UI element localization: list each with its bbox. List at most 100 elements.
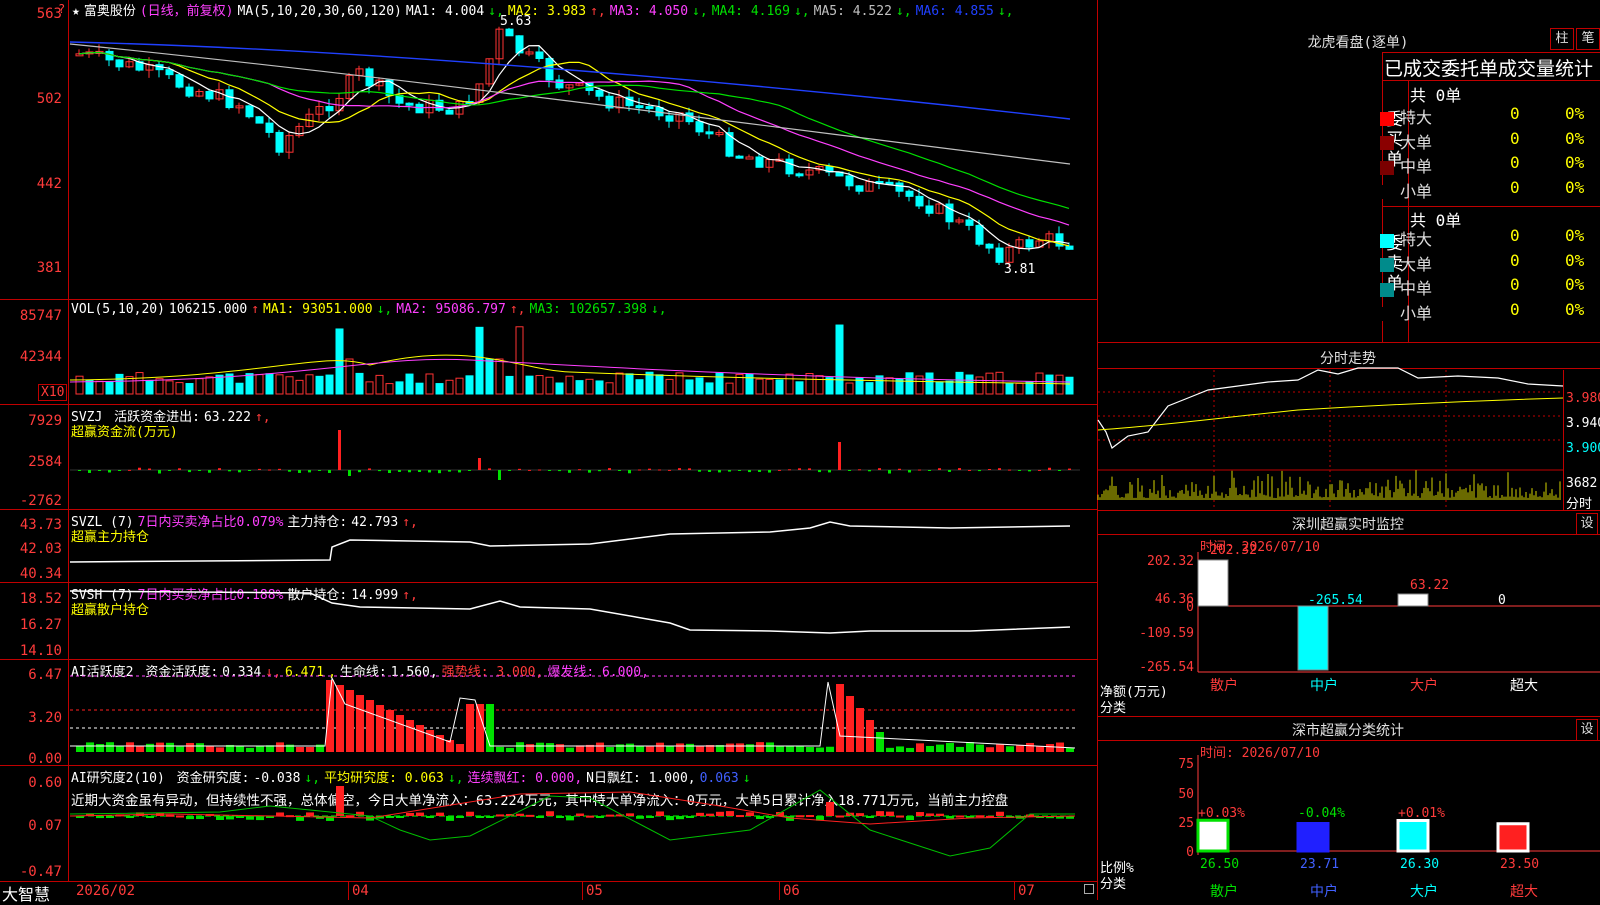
- monitor-value: 202.32: [1210, 543, 1257, 558]
- flow-bar: [468, 470, 471, 471]
- volume-bar: [715, 372, 724, 395]
- active-bar: [646, 746, 654, 752]
- active-bar: [956, 746, 964, 752]
- research-last: 0.063: [699, 771, 739, 786]
- volume-bar: [165, 380, 174, 395]
- volume-bar: [865, 382, 874, 395]
- research-bar: [866, 816, 874, 818]
- volume-bar: [635, 379, 644, 395]
- volume-bar: [795, 381, 804, 395]
- volume-bar: [135, 372, 144, 395]
- flow-bar: [228, 470, 231, 472]
- monitor-value: 0: [1498, 593, 1506, 608]
- active-bar: [826, 746, 834, 752]
- cls-bar: [1296, 821, 1330, 853]
- main-chart-area[interactable]: ★ 富奥股份 (日线，前复权) MA(5,10,20,30,60,120) MA1: 4…: [0, 0, 1098, 904]
- volume-bar: [275, 374, 284, 395]
- candle-body: [265, 122, 274, 133]
- active-bar: [946, 742, 954, 752]
- intraday-title: 分时走势: [1320, 351, 1376, 367]
- candlestick-chart[interactable]: [69, 14, 1096, 298]
- cls-pct: -0.04%: [1298, 806, 1345, 821]
- volume-bar: [555, 382, 564, 395]
- active-bar: [786, 746, 794, 752]
- brand-logo[interactable]: 大智慧: [2, 881, 50, 905]
- research-bar: [476, 816, 484, 818]
- intraday-chart[interactable]: [1097, 367, 1564, 510]
- research-bar: [516, 813, 524, 816]
- flow-bar: [838, 442, 841, 470]
- active-bar: [796, 746, 804, 752]
- cls-title: 深市超赢分类统计: [1292, 723, 1404, 739]
- candle-body: [895, 182, 904, 192]
- cls-cat: 超大: [1510, 884, 1538, 900]
- flow-bar: [618, 470, 621, 471]
- flow-bar: [818, 470, 821, 473]
- date-tick: [348, 882, 349, 900]
- research-bar: [466, 811, 474, 816]
- buy-total: 共 0单: [1410, 86, 1462, 105]
- volume-bar: [375, 374, 384, 395]
- active-bar: [766, 742, 774, 752]
- research-bar: [276, 812, 284, 816]
- candle-body: [905, 190, 914, 197]
- order-count: 0: [1510, 299, 1520, 319]
- volume-bar: [685, 379, 694, 395]
- candle-body: [225, 89, 234, 109]
- divider: [0, 299, 1098, 300]
- active-bar: [356, 695, 364, 752]
- active-bar: [726, 743, 734, 752]
- color-swatch: [1380, 136, 1394, 150]
- active-bar: [976, 744, 984, 752]
- volume-bar: [245, 373, 254, 395]
- svzj-tick: 7929: [28, 413, 62, 429]
- active-bar: [256, 746, 264, 752]
- volume-bar: [655, 374, 664, 395]
- active-bar: [596, 742, 604, 752]
- monitor-xlabel2: 分类: [1100, 701, 1127, 716]
- volume-bar: [765, 378, 774, 395]
- active-line: [70, 676, 1076, 749]
- bar-mode-button[interactable]: 柱: [1550, 28, 1574, 50]
- divider: [0, 509, 1098, 510]
- volume-bar: [935, 381, 944, 395]
- candle-body: [665, 115, 674, 122]
- retail-hold-line: [69, 590, 1071, 634]
- volume-bar: [1015, 382, 1024, 395]
- lock-icon[interactable]: [1084, 884, 1094, 894]
- intraday-tick: 3.940: [1566, 416, 1600, 431]
- candle-body: [995, 247, 1004, 263]
- flow-bar: [118, 470, 121, 471]
- flow-bar: [148, 468, 151, 470]
- cls-settings-button[interactable]: 设: [1576, 719, 1598, 741]
- order-count: 0: [1510, 275, 1520, 294]
- active-bar: [176, 746, 184, 752]
- flow-bar: [298, 470, 301, 473]
- active-bar: [936, 744, 944, 752]
- monitor-settings-button[interactable]: 设: [1576, 513, 1598, 535]
- candle-body: [1065, 245, 1074, 250]
- research-bar: [346, 815, 354, 818]
- candle-body: [695, 121, 704, 133]
- tick-mode-button[interactable]: 笔: [1576, 28, 1600, 50]
- active-bar: [926, 745, 934, 752]
- flow-bar: [808, 468, 811, 470]
- research-bar: [606, 814, 614, 817]
- divider: [0, 659, 1098, 660]
- flow-bar: [578, 469, 581, 471]
- active-bar: [1036, 746, 1044, 752]
- active-bar: [166, 742, 174, 752]
- volume-bar: [345, 358, 354, 395]
- active-bar: [746, 744, 754, 752]
- flow-bar: [1068, 468, 1071, 470]
- date-label: 05: [586, 883, 603, 899]
- ai-research-label: 资金研究度:: [176, 771, 250, 786]
- active-bar: [376, 705, 384, 752]
- question-icon[interactable]: ?: [58, 2, 65, 16]
- cls-bar: [1196, 818, 1230, 853]
- color-swatch: [1380, 307, 1394, 321]
- research-bar: [676, 816, 684, 820]
- research-bar: [926, 813, 934, 816]
- order-row: 特大 0 0%: [1380, 104, 1600, 128]
- monitor-cat: 散户: [1210, 677, 1238, 694]
